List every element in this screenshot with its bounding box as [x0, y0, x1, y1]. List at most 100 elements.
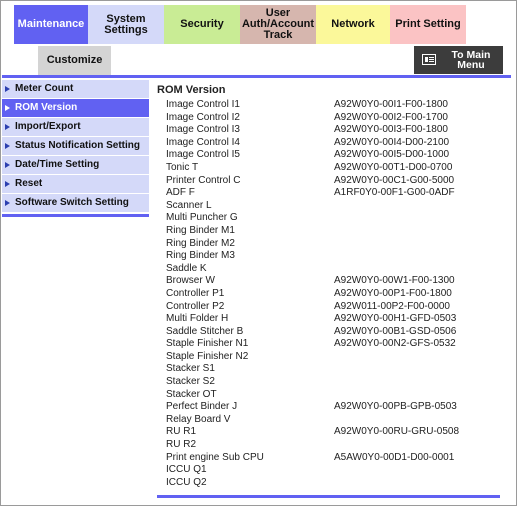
rom-version-value: A92W0Y0-00H1-GFD-0503 [334, 313, 457, 325]
rom-version-panel: ROM Version Image Control I1 A92W0Y0-00I1… [157, 83, 503, 489]
sidebar-item-rom-version[interactable]: ROM Version [2, 99, 149, 117]
rom-component-name: ICCU Q1 [166, 464, 207, 476]
rom-component-name: Relay Board V [166, 413, 231, 425]
tab-network[interactable]: Network [316, 5, 390, 44]
content-bottom-divider [157, 495, 500, 498]
rom-row: Stacker S2 [157, 376, 503, 389]
rom-version-value: A92W0Y0-00I1-F00-1800 [334, 99, 448, 110]
rom-row: Image Control I4 A92W0Y0-00I4-D00-2100 [157, 137, 503, 150]
rom-component-name: Image Control I3 [166, 124, 240, 136]
sidebar-item-label: Date/Time Setting [15, 159, 100, 170]
rom-version-value: A92W0Y0-00B1-GSD-0506 [334, 325, 457, 337]
rom-component-name: Printer Control C [166, 174, 241, 186]
rom-row: Staple Finisher N2 [157, 351, 503, 364]
tab-label-line: Track [263, 29, 293, 41]
rom-row: Image Control I1 A92W0Y0-00I1-F00-1800 [157, 99, 503, 112]
rom-row: Stacker OT [157, 389, 503, 402]
rom-component-name: RU R2 [166, 439, 197, 451]
sidebar-item-label: Software Switch Setting [15, 197, 129, 208]
rom-row: Multi Folder H A92W0Y0-00H1-GFD-0503 [157, 313, 503, 326]
arrow-right-icon [5, 86, 10, 92]
rom-component-name: Staple Finisher N2 [166, 350, 249, 362]
sidebar-item-label: Reset [15, 178, 43, 189]
sidebar-item-label: Import/Export [15, 121, 81, 132]
rom-version-value: A92W011-00P2-F00-0000 [334, 300, 450, 312]
rom-row: Relay Board V [157, 414, 503, 427]
tab-customize[interactable]: Customize [38, 46, 111, 75]
sidebar-item-date-time[interactable]: Date/Time Setting [2, 156, 149, 174]
sidebar-item-software-switch[interactable]: Software Switch Setting [2, 194, 149, 212]
rom-component-name: Browser W [166, 275, 215, 287]
tab-label: Network [331, 18, 375, 30]
rom-version-value: A92W0Y0-00P1-F00-1800 [334, 287, 452, 299]
rom-row: RU R2 [157, 439, 503, 452]
rom-version-value: A92W0Y0-00I2-F00-1700 [334, 111, 448, 123]
rom-row: Perfect Binder J A92W0Y0-00PB-GPB-0503 [157, 401, 503, 414]
rom-component-name: Scanner L [166, 199, 212, 211]
rom-component-name: Stacker OT [166, 388, 217, 400]
rom-row: Saddle Stitcher B A92W0Y0-00B1-GSD-0506 [157, 326, 503, 339]
arrow-right-icon [5, 105, 10, 111]
rom-component-name: ADF F [166, 187, 195, 199]
tab-maintenance[interactable]: Maintenance [14, 5, 88, 44]
rom-row: Image Control I3 A92W0Y0-00I3-F00-1800 [157, 124, 503, 137]
sidebar-item-status-notification[interactable]: Status Notification Setting [2, 137, 149, 155]
rom-component-name: Perfect Binder J [166, 401, 238, 413]
main-menu-label-line: Menu [457, 59, 485, 71]
rom-component-name: Saddle K [166, 262, 207, 274]
sidebar-item-reset[interactable]: Reset [2, 175, 149, 193]
rom-version-value: A92W0Y0-00T1-D00-0700 [334, 161, 453, 173]
rom-component-name: Multi Folder H [166, 313, 229, 325]
rom-component-name: Ring Binder M3 [166, 250, 235, 262]
rom-version-value: A92W0Y0-00W1-F00-1300 [334, 275, 455, 287]
rom-row: ICCU Q1 [157, 464, 503, 477]
arrow-right-icon [5, 162, 10, 168]
sidebar-item-label: Meter Count [15, 83, 74, 94]
rom-version-value: A92W0Y0-00I4-D00-2100 [334, 136, 450, 148]
rom-row: RU R1 A92W0Y0-00RU-GRU-0508 [157, 426, 503, 439]
rom-component-name: Image Control I5 [166, 149, 240, 161]
rom-row: Image Control I5 A92W0Y0-00I5-D00-1000 [157, 149, 503, 162]
rom-row: Controller P2 A92W011-00P2-F00-0000 [157, 301, 503, 314]
to-main-menu-button[interactable]: To Main Menu [414, 46, 503, 74]
sidebar-item-label: ROM Version [15, 102, 78, 113]
rom-component-name: Print engine Sub CPU [166, 451, 264, 463]
arrow-right-icon [5, 124, 10, 130]
rom-row: Ring Binder M1 [157, 225, 503, 238]
tab-print-setting[interactable]: Print Setting [390, 5, 466, 44]
sidebar-menu: Meter Count ROM Version Import/Export St… [2, 80, 149, 213]
page-title: ROM Version [157, 84, 226, 96]
tab-user-auth-account-track[interactable]: User Auth/Account Track [240, 5, 316, 44]
sidebar-divider [2, 214, 149, 217]
tab-label: Security [180, 18, 224, 30]
rom-row: Saddle K [157, 263, 503, 276]
rom-row: Staple Finisher N1 A92W0Y0-00N2-GFS-0532 [157, 338, 503, 351]
rom-version-value: A92W0Y0-00N2-GFS-0532 [334, 338, 456, 350]
rom-component-name: Tonic T [166, 161, 199, 173]
tab-label: Customize [46, 54, 103, 66]
rom-row: ICCU Q2 [157, 477, 503, 490]
rom-component-name: Image Control I4 [166, 136, 240, 148]
tab-label: Maintenance [17, 18, 85, 30]
rom-version-value: A92W0Y0-00PB-GPB-0503 [334, 401, 457, 413]
arrow-right-icon [5, 143, 10, 149]
rom-component-name: Saddle Stitcher B [166, 325, 244, 337]
tab-system-settings[interactable]: System Settings [88, 5, 164, 44]
rom-row: Controller P1 A92W0Y0-00P1-F00-1800 [157, 288, 503, 301]
main-menu-icon [422, 54, 436, 65]
sidebar-item-meter-count[interactable]: Meter Count [2, 80, 149, 98]
tab-security[interactable]: Security [164, 5, 240, 44]
rom-component-name: Controller P2 [166, 300, 225, 312]
rom-component-name: Ring Binder M1 [166, 224, 235, 236]
rom-row: Printer Control C A92W0Y0-00C1-G00-5000 [157, 175, 503, 188]
tab-label: System Settings [104, 12, 148, 36]
rom-component-name: RU R1 [166, 426, 197, 438]
rom-component-name: Image Control I1 [166, 99, 240, 110]
rom-row: Browser W A92W0Y0-00W1-F00-1300 [157, 275, 503, 288]
header-divider [2, 75, 511, 78]
sidebar-item-import-export[interactable]: Import/Export [2, 118, 149, 136]
rom-row: ADF F A1RF0Y0-00F1-G00-0ADF [157, 187, 503, 200]
rom-version-value: A92W0Y0-00RU-GRU-0508 [334, 426, 460, 438]
rom-component-name: Stacker S1 [166, 363, 215, 375]
rom-component-name: ICCU Q2 [166, 476, 207, 488]
